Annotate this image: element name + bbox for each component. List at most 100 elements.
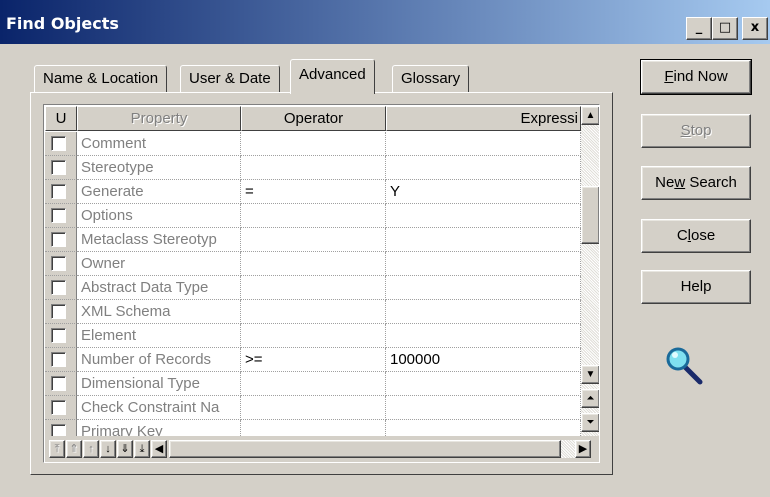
use-checkbox[interactable] (51, 328, 66, 343)
scroll-left-icon[interactable]: ◀ (151, 440, 167, 458)
operator-cell[interactable] (241, 324, 386, 348)
move-up-icon[interactable]: ↑ (83, 440, 99, 458)
table-row[interactable]: Element (45, 324, 581, 348)
operator-cell[interactable]: = (241, 180, 386, 204)
property-cell[interactable]: Abstract Data Type (77, 276, 241, 300)
table-row[interactable]: Abstract Data Type (45, 276, 581, 300)
row-checkbox-cell (45, 204, 77, 228)
expression-cell[interactable] (386, 132, 581, 156)
operator-cell[interactable] (241, 204, 386, 228)
close-window-button[interactable]: x (742, 17, 768, 40)
tab-user-date[interactable]: User & Date (180, 65, 280, 93)
move-down-page-icon[interactable]: ⇓ (117, 440, 133, 458)
property-cell[interactable]: Generate (77, 180, 241, 204)
new-search-label-pre: Ne (655, 174, 675, 191)
operator-cell[interactable] (241, 228, 386, 252)
use-checkbox[interactable] (51, 400, 66, 415)
property-cell[interactable]: Options (77, 204, 241, 228)
new-search-label-post: Search (685, 174, 737, 191)
property-cell[interactable]: XML Schema (77, 300, 241, 324)
scroll-down-icon[interactable]: ▼ (581, 365, 599, 384)
operator-cell[interactable] (241, 372, 386, 396)
help-button[interactable]: Help (641, 270, 751, 304)
operator-cell[interactable] (241, 276, 386, 300)
scroll-thumb[interactable] (581, 186, 599, 244)
use-checkbox[interactable] (51, 280, 66, 295)
vertical-scrollbar[interactable]: ▲ ▼ ⏶ ⏷ (581, 106, 599, 436)
expression-cell[interactable]: 100000 (386, 348, 581, 372)
table-row[interactable]: Stereotype (45, 156, 581, 180)
tab-glossary[interactable]: Glossary (392, 65, 470, 93)
property-cell[interactable]: Dimensional Type (77, 372, 241, 396)
table-row[interactable]: Metaclass Stereotyp (45, 228, 581, 252)
column-header-u[interactable]: U (45, 106, 77, 131)
expression-cell[interactable] (386, 204, 581, 228)
expression-cell[interactable] (386, 252, 581, 276)
table-row[interactable]: Check Constraint Na (45, 396, 581, 420)
property-cell[interactable]: Comment (77, 132, 241, 156)
move-last-icon[interactable]: ⤓ (134, 440, 150, 458)
row-checkbox-cell (45, 276, 77, 300)
scroll-page-down-icon[interactable]: ⏷ (581, 413, 599, 432)
scroll-right-icon[interactable]: ▶ (575, 440, 591, 458)
table-row[interactable]: Options (45, 204, 581, 228)
use-checkbox[interactable] (51, 304, 66, 319)
expression-cell[interactable] (386, 324, 581, 348)
minimize-button[interactable]: _ (686, 17, 712, 40)
tab-name-location[interactable]: Name & Location (34, 65, 168, 93)
use-checkbox[interactable] (51, 184, 66, 199)
expression-cell[interactable] (386, 396, 581, 420)
table-row[interactable]: Dimensional Type (45, 372, 581, 396)
scroll-page-up-icon[interactable]: ⏶ (581, 389, 599, 408)
operator-cell[interactable] (241, 156, 386, 180)
tab-advanced[interactable]: Advanced (290, 59, 375, 94)
operator-cell[interactable] (241, 300, 386, 324)
operator-cell[interactable] (241, 252, 386, 276)
use-checkbox[interactable] (51, 208, 66, 223)
property-cell[interactable]: Check Constraint Na (77, 396, 241, 420)
operator-cell[interactable] (241, 132, 386, 156)
property-cell[interactable]: Element (77, 324, 241, 348)
move-down-icon[interactable]: ↓ (100, 440, 116, 458)
find-now-button[interactable]: Find Now (640, 59, 752, 95)
property-cell[interactable]: Stereotype (77, 156, 241, 180)
column-header-operator[interactable]: Operator (241, 106, 386, 131)
expression-cell[interactable] (386, 228, 581, 252)
find-now-label-post: ind Now (673, 68, 728, 85)
operator-cell[interactable] (241, 396, 386, 420)
table-row[interactable]: Number of Records >= 100000 (45, 348, 581, 372)
property-cell[interactable]: Number of Records (77, 348, 241, 372)
use-checkbox[interactable] (51, 376, 66, 391)
find-objects-dialog: Find Objects _ □ x Name & Location User … (0, 0, 770, 497)
row-checkbox-cell (45, 300, 77, 324)
move-first-icon[interactable]: ⤒ (49, 440, 65, 458)
use-checkbox[interactable] (51, 352, 66, 367)
table-row[interactable]: XML Schema (45, 300, 581, 324)
maximize-button[interactable]: □ (712, 17, 738, 40)
table-row[interactable]: Owner (45, 252, 581, 276)
expression-cell[interactable] (386, 300, 581, 324)
expression-cell[interactable] (386, 156, 581, 180)
expression-cell[interactable] (386, 372, 581, 396)
move-up-page-icon[interactable]: ⇑ (66, 440, 82, 458)
scroll-up-icon[interactable]: ▲ (581, 106, 599, 125)
horizontal-scroll-track[interactable] (561, 440, 575, 458)
horizontal-scroll-thumb[interactable] (169, 440, 561, 458)
expression-cell[interactable] (386, 276, 581, 300)
column-header-expression[interactable]: Expressi (386, 106, 581, 131)
property-cell[interactable]: Metaclass Stereotyp (77, 228, 241, 252)
expression-cell[interactable]: Y (386, 180, 581, 204)
new-search-button[interactable]: New Search (641, 166, 751, 200)
property-cell[interactable]: Owner (77, 252, 241, 276)
use-checkbox[interactable] (51, 256, 66, 271)
column-header-property[interactable]: Property (77, 106, 241, 131)
use-checkbox[interactable] (51, 232, 66, 247)
operator-cell[interactable]: >= (241, 348, 386, 372)
table-row[interactable]: Generate = Y (45, 180, 581, 204)
close-button[interactable]: Close (641, 219, 751, 253)
use-checkbox[interactable] (51, 136, 66, 151)
use-checkbox[interactable] (51, 160, 66, 175)
stop-button[interactable]: Stop (641, 114, 751, 148)
title-bar[interactable]: Find Objects _ □ x (0, 0, 770, 44)
table-row[interactable]: Comment (45, 132, 581, 156)
